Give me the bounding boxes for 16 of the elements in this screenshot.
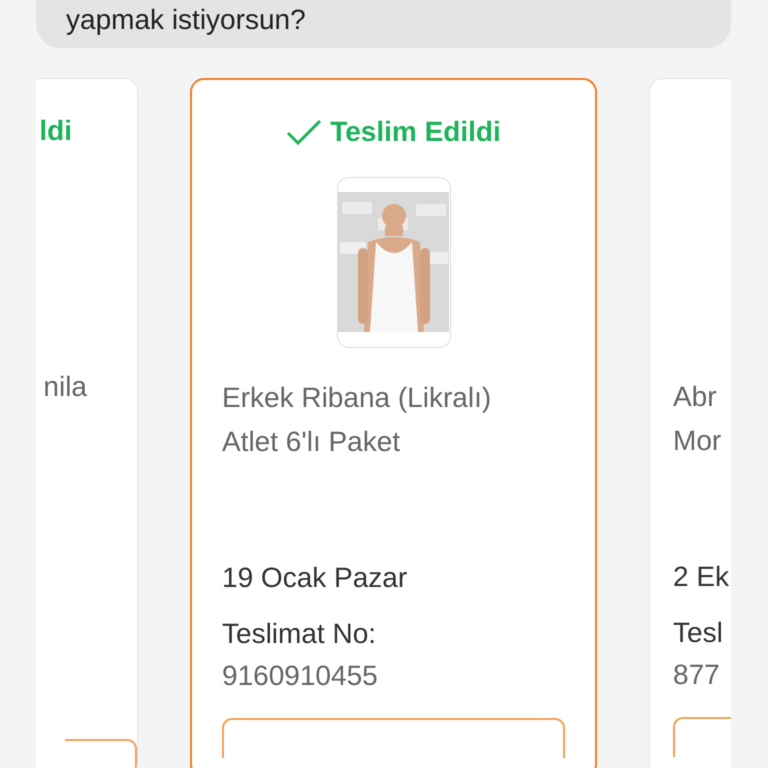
status-text: Teslim Edildi [330,115,501,149]
outline-button[interactable] [673,717,731,757]
product-title: nila [43,370,87,404]
delivery-label: Teslimat No: [222,617,378,651]
delivery-number: 9160910455 [222,659,379,693]
delivery-date: 19 Ocak Pazar [222,561,408,595]
check-icon [286,118,322,146]
product-title: Abr Mor [673,380,722,458]
delivery-label: Tesl [673,616,723,650]
outline-button[interactable] [222,718,565,758]
status-text: ldi [39,114,72,148]
outline-button[interactable] [65,739,137,768]
message-text: yapmak istiyorsun? [66,4,307,36]
product-title: Erkek Ribana (Likralı) Atlet 6'lı Paket [222,381,492,459]
delivery-number: 877 [673,658,720,692]
delivery-date: 2 Ek [673,560,730,594]
